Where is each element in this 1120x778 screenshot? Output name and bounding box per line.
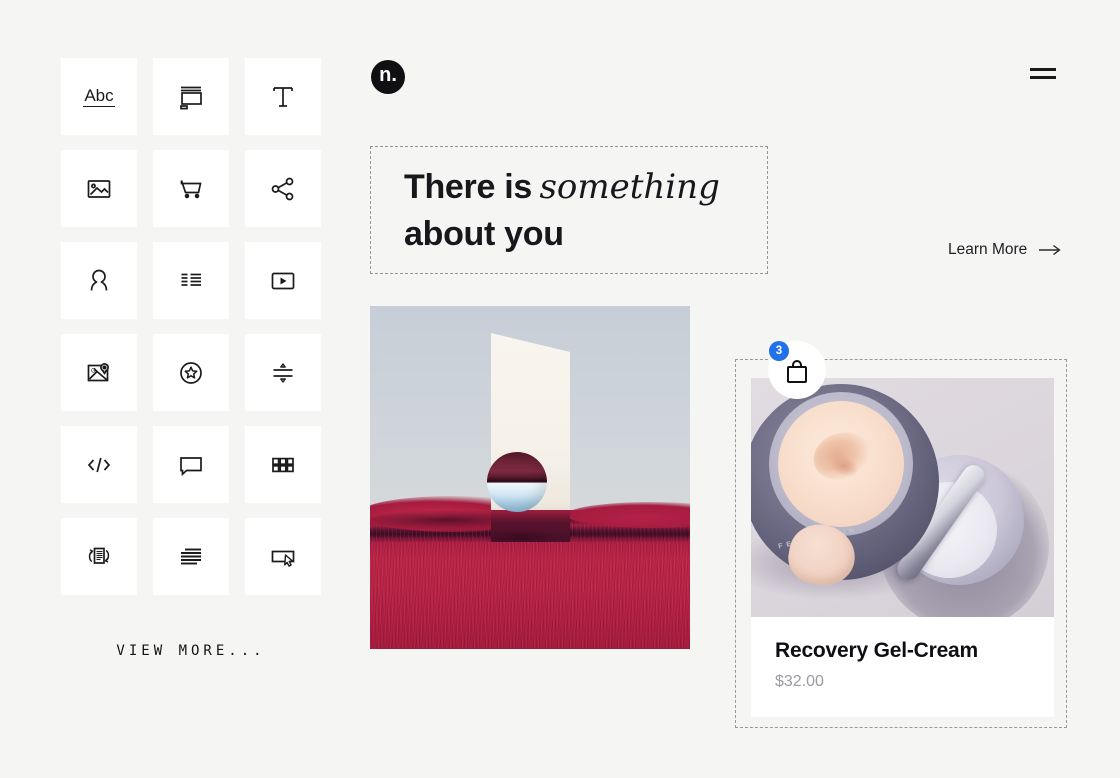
star-badge-icon — [173, 355, 209, 391]
tile-browser-window[interactable] — [153, 58, 229, 135]
tile-map-pin-image[interactable]: G — [61, 334, 137, 411]
tile-page-sync[interactable] — [61, 518, 137, 595]
vertical-spacer-icon — [265, 355, 301, 391]
logo[interactable]: n. — [371, 60, 405, 94]
video-player-icon — [265, 263, 301, 299]
learn-more-label: Learn More — [948, 241, 1027, 259]
headline-text: There is — [404, 168, 532, 206]
align-left-icon — [173, 539, 209, 575]
tile-button-cursor[interactable] — [245, 518, 321, 595]
product-image: FENTY SKIN — [751, 378, 1054, 617]
grid-blocks-icon — [265, 447, 301, 483]
tile-code[interactable] — [61, 426, 137, 503]
hero-image — [370, 306, 690, 649]
tile-spellcheck[interactable]: Abc — [61, 58, 137, 135]
cart-button[interactable]: 3 — [768, 341, 826, 399]
tile-star-badge[interactable] — [153, 334, 229, 411]
product-price: $32.00 — [775, 673, 1030, 691]
spellcheck-icon: Abc — [83, 87, 114, 107]
page: Abc G VIEW MORE... n. There issomething a… — [0, 0, 1120, 778]
view-more-link[interactable]: VIEW MORE... — [61, 643, 321, 659]
tile-shopping-cart[interactable] — [153, 150, 229, 227]
tile-comment[interactable] — [153, 426, 229, 503]
svg-text:G: G — [91, 368, 96, 374]
code-icon — [81, 447, 117, 483]
tile-vertical-spacer[interactable] — [245, 334, 321, 411]
product-info: Recovery Gel-Cream $32.00 — [751, 617, 1054, 691]
tile-share[interactable] — [245, 150, 321, 227]
comment-icon — [173, 447, 209, 483]
product-card[interactable]: FENTY SKIN Recovery Gel-Cream $32.00 — [735, 359, 1067, 728]
tile-grid-blocks[interactable] — [245, 426, 321, 503]
tile-article-list[interactable] — [153, 242, 229, 319]
hero-headline-box: There issomething about you — [370, 146, 768, 274]
tile-user[interactable] — [61, 242, 137, 319]
arrow-right-icon — [1038, 244, 1062, 256]
image-icon — [81, 171, 117, 207]
shopping-bag-icon — [784, 358, 810, 386]
cart-badge: 3 — [769, 341, 789, 361]
page-sync-icon — [81, 539, 117, 575]
browser-window-icon — [173, 79, 209, 115]
hero-sphere — [487, 452, 547, 512]
button-cursor-icon — [265, 539, 301, 575]
map-pin-image-icon: G — [81, 355, 117, 391]
article-list-icon — [173, 263, 209, 299]
user-icon — [81, 263, 117, 299]
learn-more-link[interactable]: Learn More — [948, 241, 1062, 259]
headline-line-1: There issomething — [404, 164, 767, 211]
tile-typography[interactable] — [245, 58, 321, 135]
product-title: Recovery Gel-Cream — [775, 639, 1030, 663]
product-card-panel: FENTY SKIN Recovery Gel-Cream $32.00 — [751, 378, 1054, 717]
tile-video-player[interactable] — [245, 242, 321, 319]
share-icon — [265, 171, 301, 207]
tile-align-left[interactable] — [153, 518, 229, 595]
shopping-cart-icon — [173, 171, 209, 207]
headline-line-2: about you — [404, 211, 767, 258]
headline-emphasis: something — [539, 167, 719, 207]
tile-image[interactable] — [61, 150, 137, 227]
hamburger-menu-icon[interactable] — [1030, 68, 1056, 84]
component-icon-grid: Abc G — [61, 58, 321, 595]
typography-icon — [265, 79, 301, 115]
